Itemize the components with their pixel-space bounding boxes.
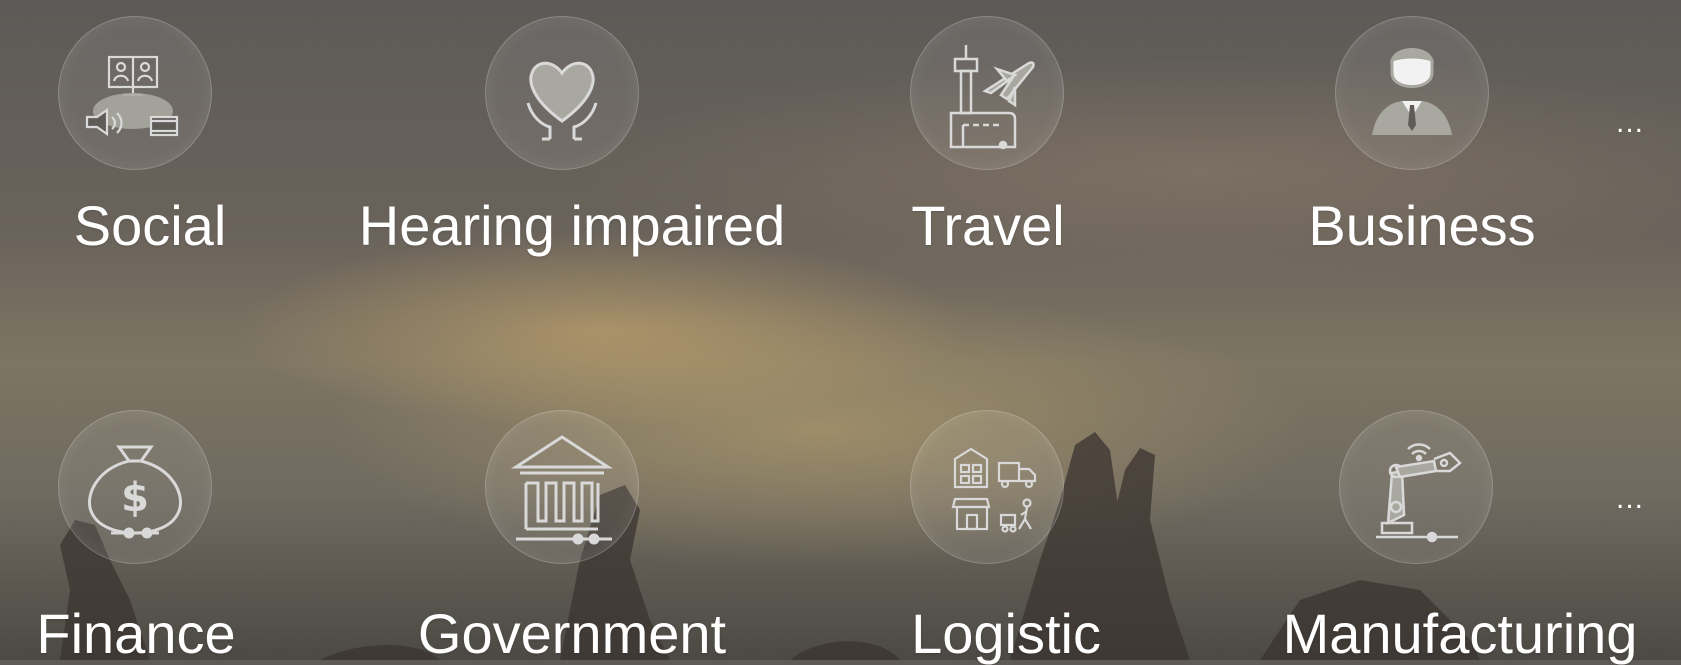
businessman-icon[interactable] [1335,16,1489,170]
heart-hands-icon[interactable] [485,16,639,170]
category-label: Travel [911,194,1065,257]
category-label: Government [417,602,727,665]
logistics-icon[interactable] [910,410,1064,564]
more-options-icon-row-2[interactable]: ... [1616,484,1644,514]
svg-text:$: $ [121,475,149,521]
category-label: Social [73,194,227,257]
category-label: Business [1308,194,1536,257]
category-label: Manufacturing [1282,602,1638,665]
category-label: Logistic [911,602,1101,665]
government-building-icon[interactable] [485,410,639,564]
airport-plane-icon[interactable] [910,16,1064,170]
category-label: Finance [36,602,236,665]
more-options-icon-row-1[interactable]: ... [1616,108,1644,138]
social-media-icon[interactable] [58,16,212,170]
money-bag-icon[interactable]: $ [58,410,212,564]
robot-arm-icon[interactable] [1339,410,1493,564]
category-label: Hearing impaired [358,194,786,257]
